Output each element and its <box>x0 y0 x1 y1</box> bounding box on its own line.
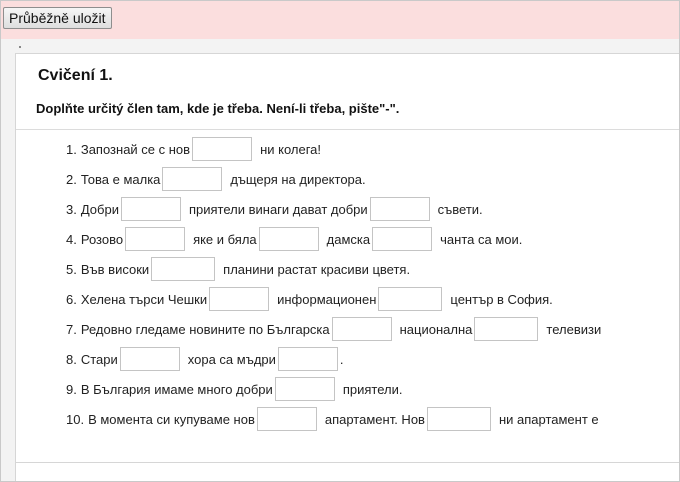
item-number: 3. <box>66 201 77 217</box>
answer-field-2-1[interactable] <box>162 167 223 191</box>
item-text: дамска <box>326 231 371 247</box>
item-text: хора са мъдри <box>187 351 276 367</box>
item-text: информационен <box>277 291 377 307</box>
answer-field-4-1[interactable] <box>125 227 186 251</box>
exercise-list: 1. Запознай се с нов ни колега! 2. Това … <box>66 134 679 434</box>
item-text: апартамент. Нов <box>324 411 425 427</box>
exercise-item-7: 7. Редовно гледаме новините по Българска… <box>66 314 679 344</box>
exercise-instruction: Doplňte určitý člen tam, kde je třeba. N… <box>36 101 400 116</box>
answer-field-5-1[interactable] <box>151 257 216 281</box>
item-number: 7. <box>66 321 77 337</box>
item-text: Добри <box>80 201 119 217</box>
decorative-dot <box>19 46 21 48</box>
item-number: 2. <box>66 171 77 187</box>
exercise-item-6: 6. Хелена търси Чешки информационен цент… <box>66 284 679 314</box>
item-text: яке и бяла <box>193 231 257 247</box>
item-text: Стари <box>80 351 118 367</box>
item-text: ни колега! <box>260 141 322 157</box>
exercise-item-8: 8. Стари хора са мъдри . <box>66 344 679 374</box>
item-number: 8. <box>66 351 77 367</box>
top-toolbar: Průběžně uložit <box>1 1 679 39</box>
item-text: В момента си купуваме нов <box>88 411 255 427</box>
item-text: Запознай се с нов <box>80 141 191 157</box>
answer-field-3-1[interactable] <box>120 197 181 221</box>
item-number: 4. <box>66 231 77 247</box>
answer-field-4-3[interactable] <box>372 227 433 251</box>
answer-field-8-1[interactable] <box>119 347 180 371</box>
exercise-panel: Cvičení 1. Doplňte určitý člen tam, kde … <box>15 53 679 481</box>
item-text: ни апартамент е <box>498 411 599 427</box>
item-text: В България имаме много добри <box>80 381 273 397</box>
item-text: приятели винаги дават добри <box>188 201 368 217</box>
exercise-item-4: 4. Розово яке и бяла дамска чанта са мои… <box>66 224 679 254</box>
item-text: съвети. <box>437 201 483 217</box>
item-text: дъщеря на директора. <box>230 171 366 187</box>
item-text: Редовно гледаме новините по Българска <box>80 321 330 337</box>
item-number: 10. <box>66 411 85 427</box>
answer-field-10-2[interactable] <box>426 407 491 431</box>
item-text: Хелена търси Чешки <box>80 291 208 307</box>
answer-field-8-2[interactable] <box>277 347 338 371</box>
exercise-item-3: 3. Добри приятели винаги дават добри съв… <box>66 194 679 224</box>
exercise-item-1: 1. Запознай се с нов ни колега! <box>66 134 679 164</box>
item-text: Във високи <box>80 261 150 277</box>
divider <box>16 129 679 130</box>
item-text: чанта са мои. <box>440 231 523 247</box>
answer-field-7-2[interactable] <box>474 317 539 341</box>
answer-field-6-1[interactable] <box>209 287 270 311</box>
answer-field-3-2[interactable] <box>369 197 430 221</box>
item-text: планини растат красиви цветя. <box>223 261 411 277</box>
item-text: телевизи <box>546 321 602 337</box>
answer-field-10-1[interactable] <box>256 407 317 431</box>
answer-field-4-2[interactable] <box>258 227 319 251</box>
exercise-item-5: 5. Във високи планини растат красиви цве… <box>66 254 679 284</box>
item-text: национална <box>399 321 473 337</box>
panel-bottom-line <box>16 462 679 463</box>
item-text: Това е малка <box>80 171 161 187</box>
item-number: 9. <box>66 381 77 397</box>
exercise-item-2: 2. Това е малка дъщеря на директора. <box>66 164 679 194</box>
exercise-title: Cvičení 1. <box>38 67 113 84</box>
answer-field-6-2[interactable] <box>378 287 443 311</box>
item-text: приятели. <box>342 381 403 397</box>
item-number: 6. <box>66 291 77 307</box>
save-progress-button[interactable]: Průběžně uložit <box>3 7 112 29</box>
app-frame: Průběžně uložit Cvičení 1. Doplňte určit… <box>0 0 680 482</box>
item-text: Розово <box>80 231 124 247</box>
item-number: 1. <box>66 141 77 157</box>
exercise-item-10: 10. В момента си купуваме нов апартамент… <box>66 404 679 434</box>
exercise-item-9: 9. В България имаме много добри приятели… <box>66 374 679 404</box>
item-text: . <box>339 351 344 367</box>
answer-field-9-1[interactable] <box>274 377 335 401</box>
item-number: 5. <box>66 261 77 277</box>
item-text: център в София. <box>450 291 553 307</box>
answer-field-7-1[interactable] <box>331 317 392 341</box>
answer-field-1-1[interactable] <box>192 137 253 161</box>
